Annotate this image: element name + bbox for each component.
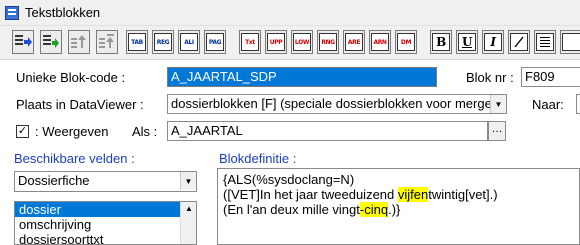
tag-reg-button[interactable]: REG	[152, 30, 174, 54]
align-lines-icon[interactable]	[534, 30, 556, 54]
plaats-dropdown[interactable]: dossierblokken [F] (speciale dossierblok…	[167, 94, 507, 114]
tag-rng-button[interactable]: RNG	[317, 30, 339, 54]
tag-ali-button[interactable]: ALI	[178, 30, 200, 54]
tag-arn-button[interactable]: ARN	[369, 30, 391, 54]
tag-tab-button[interactable]: TAB	[126, 30, 148, 54]
weergeven-label: : Weergeven	[35, 124, 109, 139]
list-item[interactable]: dossier	[15, 202, 196, 217]
tag-txt-button[interactable]: Txt	[239, 30, 261, 54]
highlight: vijfen	[397, 187, 429, 202]
tag-pag-button[interactable]: PAG	[204, 30, 226, 54]
list-item[interactable]: dossiersoorttxt	[15, 232, 196, 244]
title-bar: Tekstblokken	[0, 0, 580, 26]
tag-upp-button[interactable]: UPP	[265, 30, 287, 54]
highlight: -cinq	[359, 202, 389, 217]
more-tools-icon[interactable]	[560, 30, 580, 54]
als-field[interactable]: A_JAARTAL	[167, 121, 488, 141]
list-scrollbar[interactable]: ▲	[180, 202, 196, 244]
list-item[interactable]: omschrijving	[15, 217, 196, 232]
chevron-down-icon[interactable]: ▼	[180, 172, 196, 190]
velden-source-dropdown[interactable]: Dossierfiche ▼	[14, 171, 197, 192]
plaats-value: dossierblokken [F] (speciale dossierblok…	[171, 96, 492, 111]
underline-button[interactable]: U	[456, 30, 478, 54]
insert-down-icon[interactable]	[40, 30, 62, 54]
code-field[interactable]: A_JAARTAL_SDP	[167, 67, 437, 87]
window-title: Tekstblokken	[25, 5, 101, 20]
velden-source-value: Dossierfiche	[18, 173, 90, 188]
velden-list[interactable]: dossier omschrijving dossiersoorttxt ▲	[14, 201, 197, 245]
blok-nr-label: Blok nr :	[466, 70, 514, 85]
velden-label: Beschikbare velden :	[14, 151, 135, 166]
toolbar: TAB REG ALI PAG Txt UPP LOW RNG ARE ARN …	[0, 26, 580, 60]
move-up-icon[interactable]	[68, 30, 90, 54]
scroll-up-icon[interactable]: ▲	[185, 204, 193, 213]
blokdefinitie-label: Blokdefinitie :	[219, 151, 297, 166]
tag-are-button[interactable]: ARE	[343, 30, 365, 54]
naar-field[interactable]	[576, 94, 580, 114]
als-browse-button[interactable]: …	[488, 121, 506, 141]
blokdefinitie-editor[interactable]: {ALS(%sysdoclang=N) ([VET]In het jaar tw…	[217, 168, 580, 245]
definition-line: (En l'an deux mille vingt-cinq.)}	[223, 202, 401, 217]
chevron-down-icon[interactable]: ▼	[490, 95, 506, 113]
plaats-label: Plaats in DataViewer :	[16, 97, 144, 112]
als-label: Als :	[132, 124, 158, 139]
strikethrough-icon[interactable]	[508, 30, 530, 54]
naar-label: Naar:	[532, 97, 564, 112]
definition-line: {ALS(%sysdoclang=N)	[223, 172, 355, 187]
definition-line: ([VET]In het jaar tweeduizend vijfentwin…	[223, 187, 498, 202]
tag-low-button[interactable]: LOW	[291, 30, 313, 54]
weergeven-checkbox[interactable]: ✓	[16, 125, 29, 138]
bold-button[interactable]: B	[430, 30, 452, 54]
italic-button[interactable]: I	[482, 30, 504, 54]
tag-dm-button[interactable]: DM	[395, 30, 417, 54]
app-icon	[5, 6, 19, 20]
move-right-icon[interactable]	[12, 30, 34, 54]
blok-nr-field[interactable]: F809	[521, 67, 580, 87]
move-top-icon[interactable]	[96, 30, 118, 54]
code-label: Unieke Blok-code :	[16, 70, 126, 85]
